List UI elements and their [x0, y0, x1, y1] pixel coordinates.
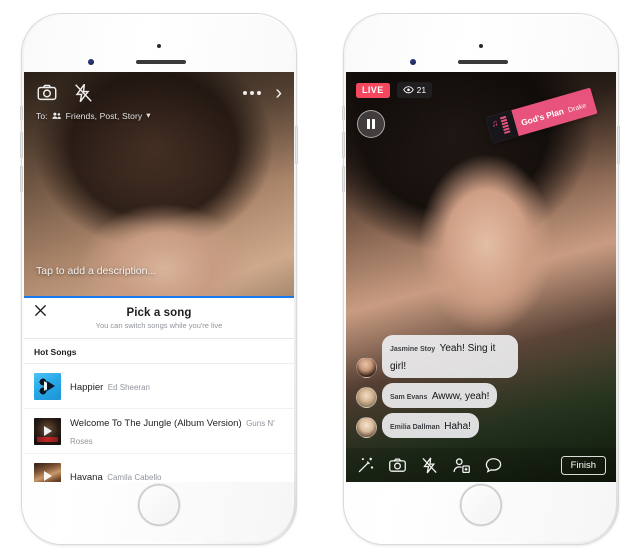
album-art	[34, 462, 61, 482]
play-icon	[43, 471, 52, 481]
avatar	[356, 417, 377, 438]
avatar	[356, 387, 377, 408]
song-artist: Camila Cabello	[107, 473, 162, 482]
song-artist: Ed Sheeran	[107, 383, 150, 392]
phone-left: › To: Friends, Post, Story ▾ Tap to add …	[20, 14, 298, 544]
close-icon[interactable]	[34, 304, 47, 317]
home-button[interactable]	[460, 484, 502, 526]
sheet-header: Pick a song You can switch songs while y…	[24, 298, 294, 339]
volume-up-button[interactable]	[20, 132, 23, 158]
pause-icon[interactable]	[357, 110, 385, 138]
proximity-sensor	[88, 59, 94, 65]
comment-author: Emilia Dallman	[390, 424, 440, 431]
volume-down-button[interactable]	[342, 166, 345, 192]
song-title: Happier	[70, 382, 104, 393]
comment-bubble: Jasmine Stoy Yeah! Sing it girl!	[382, 335, 518, 378]
list-item: Sam Evans Awww, yeah!	[356, 383, 518, 408]
pick-a-song-sheet: Pick a song You can switch songs while y…	[24, 296, 294, 482]
viewer-count: 21	[416, 85, 427, 95]
earpiece-speaker	[458, 60, 508, 64]
sheet-subtitle: You can switch songs while you're live	[95, 320, 223, 330]
volume-down-button[interactable]	[20, 166, 23, 192]
eye-icon	[402, 86, 414, 94]
sticker-bars	[499, 115, 511, 134]
audience-selector[interactable]: To: Friends, Post, Story ▾	[36, 110, 151, 121]
sticker-song-artist: Drake	[567, 101, 588, 114]
album-art	[34, 372, 61, 400]
comment-author: Sam Evans	[390, 394, 428, 401]
add-person-icon[interactable]	[452, 456, 471, 475]
proximity-sensor	[410, 59, 416, 65]
live-toolbar: Finish	[346, 448, 616, 482]
list-item[interactable]: Havana Camila Cabello	[24, 454, 294, 482]
camera-flip-icon[interactable]	[388, 456, 407, 475]
song-list: Happier Ed Sheeran Welcome To The Jungle…	[24, 364, 294, 482]
screenshot-canvas: › To: Friends, Post, Story ▾ Tap to add …	[0, 0, 640, 557]
song-meta: Welcome To The Jungle (Album Version) Gu…	[70, 413, 284, 449]
friends-icon	[52, 111, 62, 120]
list-item[interactable]: Happier Ed Sheeran	[24, 364, 294, 409]
list-item: Emilia Dallman Haha!	[356, 413, 518, 438]
viewer-count-pill: 21	[396, 82, 433, 98]
play-icon	[43, 381, 52, 391]
finish-button[interactable]: Finish	[560, 455, 606, 475]
silent-switch[interactable]	[20, 106, 23, 120]
comment-message: Haha!	[444, 421, 471, 432]
album-art	[34, 417, 61, 445]
volume-up-button[interactable]	[342, 132, 345, 158]
chevron-right-icon[interactable]: ›	[275, 83, 282, 103]
flash-off-icon[interactable]	[420, 456, 439, 475]
camera-flip-icon[interactable]	[36, 82, 58, 104]
power-button[interactable]	[295, 126, 298, 164]
earpiece-speaker	[136, 60, 186, 64]
song-meta: Havana Camila Cabello	[70, 467, 284, 482]
song-title: Welcome To The Jungle (Album Version)	[70, 418, 242, 429]
camera-top-bar: ›	[24, 82, 294, 104]
silent-switch[interactable]	[342, 106, 345, 120]
comment-message: Awww, yeah!	[431, 391, 490, 402]
comment-author: Jasmine Stoy	[390, 346, 436, 353]
phone-right-screen: LIVE 21 ♫ God's Plan Drake Jasmine Stoy …	[346, 72, 616, 482]
description-placeholder[interactable]: Tap to add a description...	[36, 265, 156, 277]
magic-wand-icon[interactable]	[356, 456, 375, 475]
flash-off-icon[interactable]	[72, 82, 94, 104]
live-status-row: LIVE 21	[356, 82, 433, 98]
comment-bubble: Sam Evans Awww, yeah!	[382, 383, 498, 408]
front-camera	[479, 44, 483, 48]
live-comments: Jasmine Stoy Yeah! Sing it girl! Sam Eva…	[356, 335, 518, 438]
song-meta: Happier Ed Sheeran	[70, 377, 284, 395]
phone-right: LIVE 21 ♫ God's Plan Drake Jasmine Stoy …	[342, 14, 620, 544]
list-item[interactable]: Welcome To The Jungle (Album Version) Gu…	[24, 409, 294, 454]
audience-text: Friends, Post, Story	[65, 110, 143, 121]
section-header-hot-songs: Hot Songs	[24, 339, 294, 364]
sheet-title: Pick a song	[126, 306, 192, 319]
song-title: Havana	[70, 472, 103, 482]
comment-bubble-icon[interactable]	[484, 456, 503, 475]
music-note-icon: ♫	[490, 117, 500, 129]
home-button[interactable]	[138, 484, 180, 526]
phone-left-screen: › To: Friends, Post, Story ▾ Tap to add …	[24, 72, 294, 482]
avatar	[356, 357, 377, 378]
comment-bubble: Emilia Dallman Haha!	[382, 413, 479, 438]
play-icon	[43, 426, 52, 436]
audience-caret: ▾	[146, 110, 151, 120]
audience-prefix: To:	[36, 110, 48, 121]
front-camera	[157, 44, 161, 48]
status-badge: LIVE	[356, 82, 390, 98]
list-item: Jasmine Stoy Yeah! Sing it girl!	[356, 335, 518, 378]
more-options-icon[interactable]	[243, 91, 262, 95]
power-button[interactable]	[617, 126, 620, 164]
sticker-song-title: God's Plan	[519, 105, 565, 128]
